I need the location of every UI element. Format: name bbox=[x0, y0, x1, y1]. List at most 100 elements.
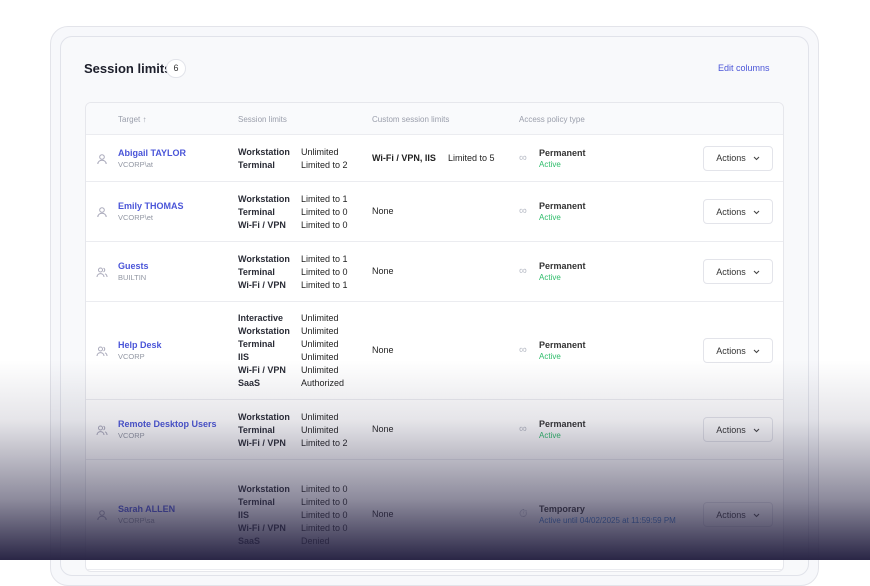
custom-session-limits: None bbox=[372, 206, 394, 216]
limit-value: Limited to 0 bbox=[301, 509, 348, 520]
limit-entry: Wi-Fi / VPN Limited to 1 bbox=[238, 279, 348, 292]
target-domain: VCORP bbox=[118, 431, 145, 440]
table-row: Remote Desktop Users VCORP Workstation Un… bbox=[86, 400, 783, 460]
target-name-link[interactable]: Guests bbox=[118, 261, 149, 271]
limit-type: Wi-Fi / VPN bbox=[238, 365, 286, 375]
custom-limit-value: Limited to 5 bbox=[448, 152, 495, 163]
limit-entry: Terminal Limited to 2 bbox=[238, 159, 348, 172]
table-row: Abigail TAYLOR VCORP\at Workstation Unlim… bbox=[86, 135, 783, 182]
target-name-link[interactable]: Abigail TAYLOR bbox=[118, 148, 186, 158]
session-limits-list: Workstation Limited to 1 Terminal Limited t… bbox=[238, 253, 348, 292]
limit-value: Limited to 0 bbox=[301, 219, 348, 230]
target-domain: VCORP\et bbox=[118, 213, 154, 222]
custom-session-limits: None bbox=[372, 345, 394, 355]
policy-status: Active bbox=[539, 431, 561, 440]
limit-type: Wi-Fi / VPN bbox=[238, 522, 286, 533]
limit-type: Workstation bbox=[238, 326, 290, 336]
limit-entry: Interactive Unlimited bbox=[238, 312, 344, 325]
group-icon bbox=[96, 345, 108, 357]
actions-label: Actions bbox=[716, 266, 746, 277]
limit-value: Unlimited bbox=[301, 365, 339, 375]
limit-value: Limited to 2 bbox=[301, 159, 348, 170]
limit-value: Limited to 0 bbox=[301, 483, 348, 494]
limit-type: Terminal bbox=[238, 496, 275, 507]
column-header-custom-limits[interactable]: Custom session limits bbox=[372, 115, 449, 124]
table-row: Help Desk VCORP Interactive Unlimited Work… bbox=[86, 302, 783, 400]
limit-value: Limited to 0 bbox=[301, 496, 348, 507]
policy-status: Active bbox=[539, 213, 561, 222]
policy-status: Active bbox=[539, 159, 561, 169]
target-name-link[interactable]: Emily THOMAS bbox=[118, 201, 184, 211]
actions-button[interactable]: Actions bbox=[703, 199, 773, 224]
limit-value: Unlimited bbox=[301, 352, 339, 362]
target-name-link[interactable]: Help Desk bbox=[118, 340, 162, 350]
policy-status: Active bbox=[539, 273, 561, 282]
limit-entry: Workstation Unlimited bbox=[238, 411, 348, 424]
target-name-link[interactable]: Sarah ALLEN bbox=[118, 504, 175, 514]
limit-entry: SaaS Denied bbox=[238, 535, 348, 548]
table-body: Abigail TAYLOR VCORP\at Workstation Unlim… bbox=[86, 135, 783, 570]
policy-status: Active until 04/02/2025 at 11:59:59 PM bbox=[539, 516, 676, 525]
policy-type: Permanent bbox=[539, 201, 586, 211]
limit-entry: Terminal Limited to 0 bbox=[238, 496, 348, 509]
policy-type: Permanent bbox=[539, 261, 586, 271]
limit-entry: Workstation Unlimited bbox=[238, 325, 344, 338]
limit-entry: SaaS Authorized bbox=[238, 377, 344, 390]
limit-value: Limited to 1 bbox=[301, 193, 348, 204]
limit-entry: Terminal Limited to 0 bbox=[238, 206, 348, 219]
chevron-down-icon bbox=[753, 207, 760, 217]
column-header-policy-type[interactable]: Access policy type bbox=[519, 115, 585, 124]
target-name-link[interactable]: Remote Desktop Users bbox=[118, 419, 217, 429]
limit-entry: Workstation Unlimited bbox=[238, 146, 348, 159]
policy-type: Permanent bbox=[539, 419, 586, 429]
limit-value: Denied bbox=[301, 535, 330, 546]
limit-entry: Wi-Fi / VPN Limited to 0 bbox=[238, 219, 348, 232]
limit-type: Workstation bbox=[238, 193, 290, 204]
limit-type: Wi-Fi / VPN bbox=[238, 219, 286, 230]
limit-type: IIS bbox=[238, 509, 250, 520]
limit-value: Limited to 0 bbox=[301, 266, 348, 277]
limit-type: Interactive bbox=[238, 313, 284, 323]
actions-button[interactable]: Actions bbox=[703, 338, 773, 363]
limit-type: Workstation bbox=[238, 483, 290, 494]
actions-button[interactable]: Actions bbox=[703, 145, 773, 171]
actions-button[interactable]: Actions bbox=[703, 259, 773, 284]
limit-type: Wi-Fi / VPN bbox=[238, 437, 286, 448]
session-limits-table: Target ↑ Session limits Custom session l… bbox=[85, 102, 784, 572]
limit-value: Unlimited bbox=[301, 326, 339, 336]
limit-type: SaaS bbox=[238, 535, 261, 546]
limit-entry: Workstation Limited to 1 bbox=[238, 193, 348, 206]
limit-type: Workstation bbox=[238, 411, 290, 422]
target-domain: VCORP bbox=[118, 352, 145, 361]
policy-type: Temporary bbox=[539, 504, 585, 514]
actions-label: Actions bbox=[716, 153, 746, 163]
user-icon bbox=[96, 153, 108, 165]
custom-session-limits: None bbox=[372, 424, 394, 434]
limit-value: Limited to 0 bbox=[301, 522, 348, 533]
column-header-target[interactable]: Target ↑ bbox=[118, 115, 146, 124]
custom-session-limits: None bbox=[372, 266, 394, 276]
table-row: Guests BUILTIN Workstation Limited to 1 Te… bbox=[86, 242, 783, 302]
actions-button[interactable]: Actions bbox=[703, 417, 773, 442]
limit-type: Terminal bbox=[238, 424, 275, 435]
policy-status: Active bbox=[539, 352, 561, 361]
limit-entry: Workstation Limited to 1 bbox=[238, 253, 348, 266]
count-badge: 6 bbox=[166, 59, 186, 78]
limit-type: Workstation bbox=[238, 146, 290, 157]
actions-label: Actions bbox=[716, 345, 746, 356]
target-domain: VCORP\at bbox=[118, 159, 154, 169]
limit-value: Unlimited bbox=[301, 313, 339, 323]
limit-value: Unlimited bbox=[301, 411, 339, 422]
column-header-session-limits[interactable]: Session limits bbox=[238, 115, 287, 124]
limit-value: Limited to 1 bbox=[301, 253, 348, 264]
table-row: Emily THOMAS VCORP\et Workstation Limited… bbox=[86, 182, 783, 242]
actions-label: Actions bbox=[716, 424, 746, 435]
limit-entry: Wi-Fi / VPN Limited to 2 bbox=[238, 437, 348, 450]
target-domain: VCORP\sa bbox=[118, 516, 155, 525]
session-limits-list: Workstation Unlimited Terminal Limited to 2 bbox=[238, 146, 348, 172]
table-row: Sarah ALLEN VCORP\sa Workstation Limited … bbox=[86, 460, 783, 570]
infinity-icon: ∞ bbox=[519, 151, 527, 164]
actions-button[interactable]: Actions bbox=[703, 502, 773, 527]
edit-columns-link[interactable]: Edit columns bbox=[718, 63, 770, 73]
limit-entry: IIS Unlimited bbox=[238, 351, 344, 364]
